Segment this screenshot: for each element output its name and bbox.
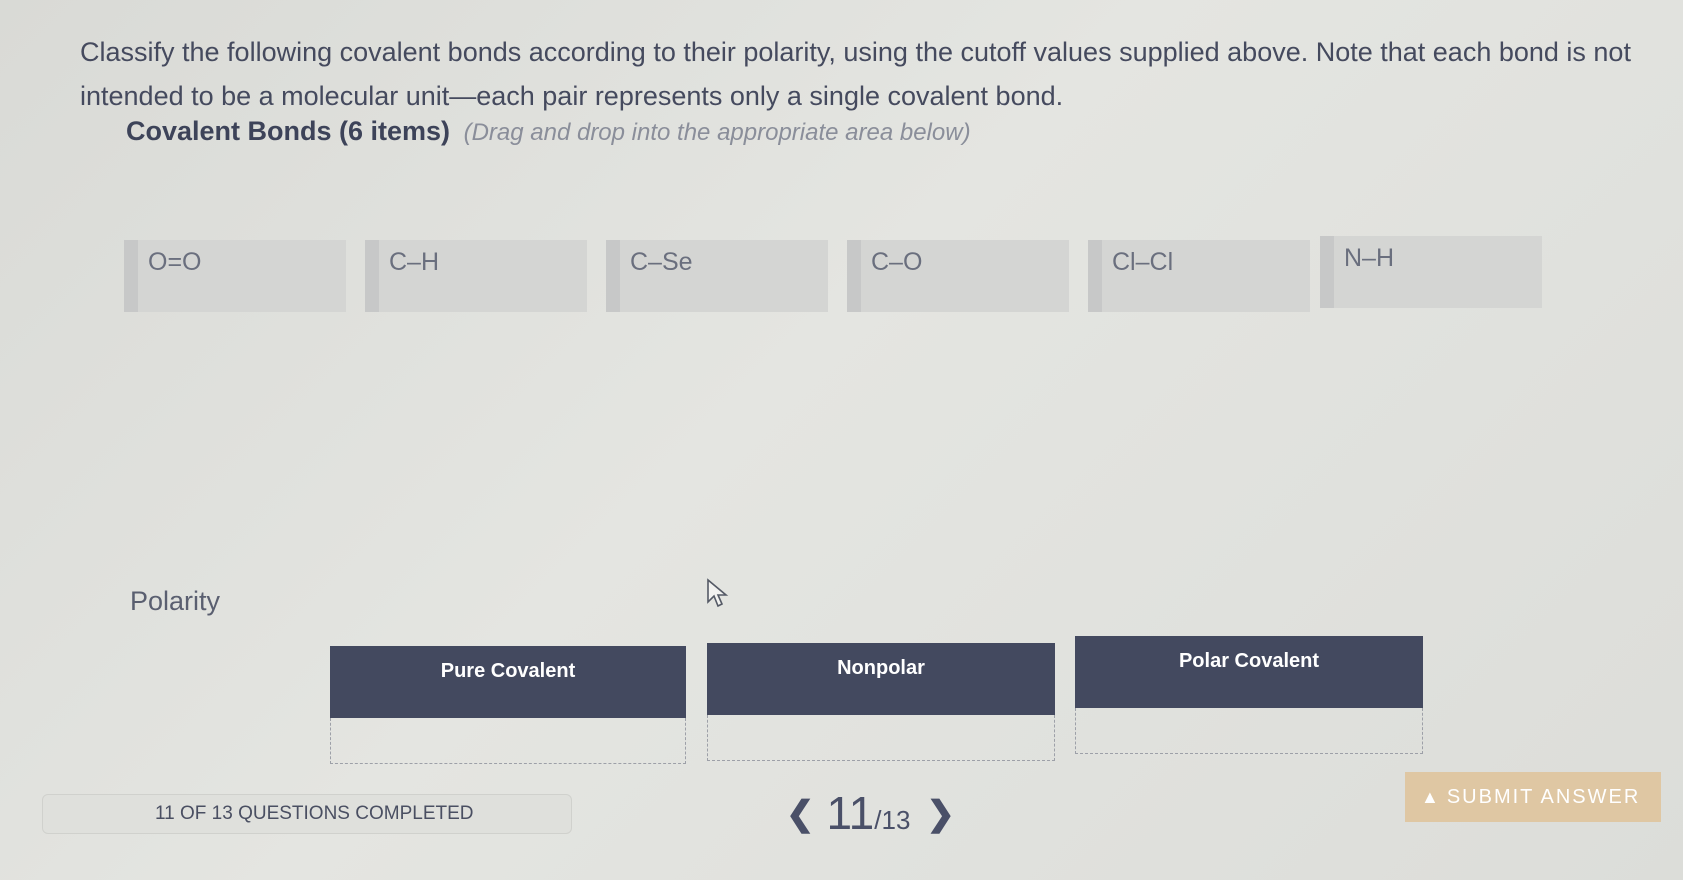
bonds-hint: (Drag and drop into the appropriate area… <box>463 119 971 146</box>
bonds-title: Covalent Bonds (6 items) <box>126 116 451 146</box>
bin-header: Nonpolar <box>707 643 1055 715</box>
bond-chip[interactable]: Cl–Cl <box>1088 240 1310 312</box>
question-instructions: Classify the following covalent bonds ac… <box>80 37 1631 111</box>
submit-answer-button[interactable]: ▲ SUBMIT ANSWER <box>1405 772 1661 822</box>
bin-header: Pure Covalent <box>330 646 686 718</box>
progress-text: 11 OF 13 QUESTIONS COMPLETED <box>155 803 474 824</box>
bond-chip[interactable]: C–Se <box>606 240 828 312</box>
pager: ❮ 11/13 ❯ <box>786 786 955 840</box>
bin-nonpolar[interactable]: Nonpolar <box>707 643 1055 761</box>
bond-chip[interactable]: N–H <box>1320 236 1542 308</box>
bin-polar-covalent[interactable]: Polar Covalent <box>1075 636 1423 754</box>
submit-label: SUBMIT ANSWER <box>1446 786 1641 808</box>
bin-pure-covalent[interactable]: Pure Covalent <box>330 646 686 764</box>
chevron-right-icon[interactable]: ❯ <box>926 795 955 833</box>
bin-drop-zone[interactable] <box>707 715 1055 761</box>
bin-drop-zone[interactable] <box>1075 708 1423 754</box>
polarity-title: Polarity <box>130 586 221 616</box>
bond-chip[interactable]: O=O <box>124 240 346 312</box>
chevron-left-icon[interactable]: ❮ <box>786 795 815 833</box>
bin-header: Polar Covalent <box>1075 636 1423 708</box>
current-page: 11 <box>826 787 875 839</box>
bond-chip[interactable]: C–H <box>365 240 587 312</box>
mouse-cursor-icon <box>707 578 729 608</box>
upload-icon: ▲ <box>1421 787 1441 807</box>
bin-drop-zone[interactable] <box>330 718 686 764</box>
bonds-heading: Covalent Bonds (6 items) (Drag and drop … <box>126 116 971 147</box>
bond-chip[interactable]: C–O <box>847 240 1069 312</box>
total-pages: /13 <box>874 805 911 835</box>
